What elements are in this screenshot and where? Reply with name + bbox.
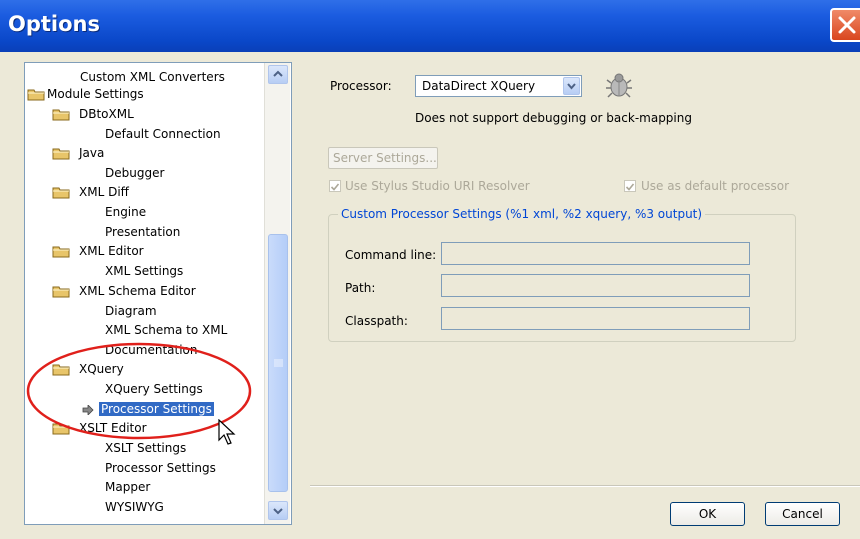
classpath-field[interactable] bbox=[441, 307, 750, 330]
processor-note: Does not support debugging or back-mappi… bbox=[415, 111, 692, 125]
tree-item-xslt-processor-settings[interactable]: Processor Settings bbox=[105, 459, 216, 478]
tree-item-xml-settings[interactable]: XML Settings bbox=[105, 262, 183, 281]
uri-resolver-label: Use Stylus Studio URI Resolver bbox=[345, 179, 530, 193]
tree-item-diagram[interactable]: Diagram bbox=[105, 302, 157, 321]
processor-select[interactable]: DataDirect XQuery bbox=[415, 75, 582, 97]
command-line-label: Command line: bbox=[345, 248, 437, 262]
scroll-up-button[interactable] bbox=[268, 65, 288, 84]
path-field[interactable] bbox=[441, 274, 750, 297]
options-tree[interactable]: Custom XML Converters Module Settings DB… bbox=[24, 62, 292, 525]
title-bar: Options bbox=[0, 0, 860, 52]
tree-item-mapper[interactable]: Mapper bbox=[105, 478, 150, 497]
uri-resolver-checkbox[interactable] bbox=[329, 180, 341, 192]
cancel-button[interactable]: Cancel bbox=[765, 502, 840, 526]
tree-item-debugger[interactable]: Debugger bbox=[105, 164, 164, 183]
folder-icon bbox=[52, 148, 70, 160]
tree-scrollbar[interactable] bbox=[264, 63, 290, 524]
tree-item-xml-diff[interactable]: XML Diff bbox=[52, 183, 129, 202]
folder-icon bbox=[52, 286, 70, 298]
folder-icon bbox=[27, 89, 45, 101]
custom-processor-group-title: Custom Processor Settings (%1 xml, %2 xq… bbox=[338, 207, 706, 221]
mouse-cursor-icon bbox=[218, 419, 236, 445]
folder-icon bbox=[52, 187, 70, 199]
processor-label: Processor: bbox=[330, 79, 392, 93]
close-icon bbox=[838, 16, 856, 34]
tree-item-java[interactable]: Java bbox=[52, 144, 104, 163]
tree-item-engine[interactable]: Engine bbox=[105, 203, 146, 222]
tree-item-wysiwyg[interactable]: WYSIWYG bbox=[105, 498, 164, 517]
tree-item-xml-editor[interactable]: XML Editor bbox=[52, 242, 144, 261]
close-button[interactable] bbox=[830, 8, 860, 42]
tree-item-xml-schema-editor[interactable]: XML Schema Editor bbox=[52, 282, 196, 301]
path-label: Path: bbox=[345, 281, 376, 295]
processor-dropdown-button[interactable] bbox=[563, 77, 580, 95]
scroll-down-button[interactable] bbox=[268, 501, 288, 520]
server-settings-button[interactable]: Server Settings... bbox=[328, 147, 438, 169]
debugger-bug-icon bbox=[606, 73, 632, 98]
tree-item-xml-schema-to-xml[interactable]: XML Schema to XML bbox=[105, 321, 227, 340]
tree-item-default-connection[interactable]: Default Connection bbox=[105, 125, 221, 144]
divider-highlight bbox=[310, 486, 860, 487]
ok-button[interactable]: OK bbox=[670, 502, 745, 526]
chevron-down-icon bbox=[273, 508, 283, 515]
check-icon bbox=[625, 183, 635, 191]
check-icon bbox=[330, 183, 340, 191]
classpath-label: Classpath: bbox=[345, 314, 408, 328]
processor-select-value: DataDirect XQuery bbox=[422, 79, 536, 93]
folder-icon bbox=[52, 109, 70, 121]
tree-item-presentation[interactable]: Presentation bbox=[105, 223, 180, 242]
tree-item-module-settings[interactable]: Module Settings bbox=[27, 85, 144, 104]
chevron-up-icon bbox=[273, 70, 283, 77]
command-line-field[interactable] bbox=[441, 242, 750, 265]
tree-item-dbtoxml[interactable]: DBtoXML bbox=[52, 105, 134, 124]
scroll-thumb[interactable] bbox=[268, 234, 288, 492]
folder-icon bbox=[52, 246, 70, 258]
grip-icon bbox=[274, 359, 283, 367]
chevron-down-icon bbox=[567, 83, 576, 90]
default-processor-checkbox[interactable] bbox=[624, 180, 636, 192]
window-title: Options bbox=[8, 12, 100, 36]
default-processor-label: Use as default processor bbox=[641, 179, 790, 193]
